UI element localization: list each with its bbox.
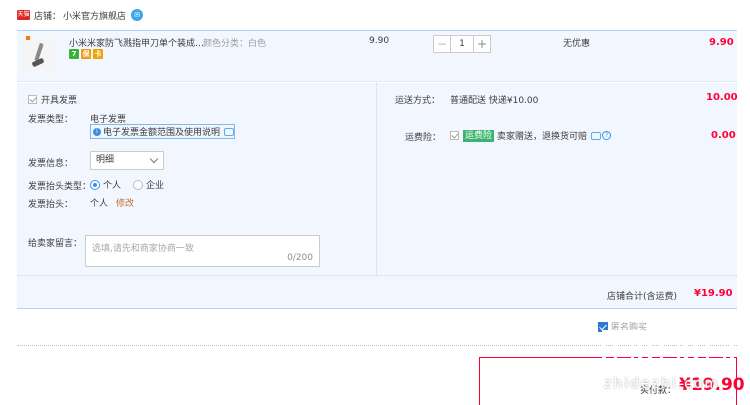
site-watermark: zhidezhi.com xyxy=(596,318,746,405)
watermark-text: zhidezhi.com xyxy=(604,376,721,392)
insurance-label: 运费险： xyxy=(405,133,442,143)
message-placeholder: 选填,请先和商家协商一致 xyxy=(92,244,194,254)
service-badges: 7 保 卡 xyxy=(69,49,103,59)
item-marker-icon xyxy=(26,36,30,40)
chat-icon[interactable] xyxy=(591,131,602,140)
store-total-label: 店铺合计(含运费) xyxy=(607,292,678,302)
radio-company[interactable] xyxy=(133,179,144,190)
invoice-title-row: 个人 修改 xyxy=(90,196,134,209)
product-thumbnail[interactable] xyxy=(23,39,55,71)
invoice-enable-checkbox[interactable] xyxy=(28,95,37,104)
order-item-row: 小米米家防飞溅指甲刀单个装成… 颜色分类：白色 7 保 卡 9.90 − 1 +… xyxy=(17,30,737,82)
info-icon: i xyxy=(93,127,101,136)
invoice-delivery-panel: 开具发票 发票类型： 电子发票 i 电子发票金额范围及使用说明 发票信息： 明细… xyxy=(17,83,738,275)
message-char-count: 0/200 xyxy=(287,253,313,263)
shop-name-link[interactable]: 小米官方旗舰店 xyxy=(63,9,126,22)
quantity-input[interactable]: 1 xyxy=(451,35,473,53)
store-total-bar: 店铺合计(含运费) ¥19.90 xyxy=(17,275,737,309)
credit-card-icon[interactable]: 卡 xyxy=(93,49,103,59)
product-sku: 颜色分类：白色 xyxy=(203,39,267,49)
invoice-info-select[interactable]: 明细 xyxy=(90,151,164,170)
product-title-link[interactable]: 小米米家防飞溅指甲刀单个装成… xyxy=(69,36,204,49)
unit-price: 9.90 xyxy=(369,36,390,46)
quantity-stepper: − 1 + xyxy=(433,35,491,53)
radio-company-label: 企业 xyxy=(146,181,165,191)
shop-label: 店铺： xyxy=(34,11,62,22)
help-icon[interactable]: ? xyxy=(602,131,612,140)
watermark-logo-glyph xyxy=(648,330,688,370)
store-total-value: ¥19.90 xyxy=(694,288,733,299)
quantity-decrease-button[interactable]: − xyxy=(433,35,451,53)
radio-personal[interactable] xyxy=(90,179,100,190)
insurance-row: 运费险 卖家赠送，退换货可赔 ? xyxy=(450,129,612,142)
seller-message-input[interactable]: 选填,请先和商家协商一致 0/200 xyxy=(85,235,320,267)
insurance-checkbox[interactable] xyxy=(450,131,459,140)
invoice-info-label: 发票信息： xyxy=(28,159,74,169)
invoice-title-type-options: 个人 企业 xyxy=(90,178,164,191)
invoice-title-type-label: 发票抬头类型： xyxy=(28,182,92,192)
invoice-info-selected: 明细 xyxy=(96,155,115,165)
invoice-modify-link[interactable]: 修改 xyxy=(116,196,134,209)
chat-icon xyxy=(224,127,234,136)
delivery-label: 运送方式： xyxy=(395,96,441,106)
insurance-fee: 0.00 xyxy=(711,130,736,141)
invoice-enable-label: 开具发票 xyxy=(41,96,78,106)
shop-header: 天猫 店铺： 小米官方旗舰店 ✉ xyxy=(0,0,750,30)
delivery-fee: 10.00 xyxy=(706,92,738,103)
seven-day-return-icon[interactable]: 7 xyxy=(69,49,79,59)
insurance-badge: 运费险 xyxy=(463,129,495,142)
chat-bubble-icon[interactable]: ✉ xyxy=(131,9,144,21)
invoice-panel: 开具发票 发票类型： 电子发票 i 电子发票金额范围及使用说明 发票信息： 明细… xyxy=(17,83,377,275)
watermark-logo-glyph xyxy=(694,330,734,370)
message-label: 给卖家留言： xyxy=(28,239,83,249)
delivery-method: 普通配送 快递¥10.00 xyxy=(450,96,539,106)
invoice-type-label: 发票类型： xyxy=(28,115,74,125)
invoice-title-label: 发票抬头： xyxy=(28,200,74,210)
insurance-text: 卖家赠送，退换货可赔 xyxy=(497,132,588,142)
radio-personal-label: 个人 xyxy=(103,181,122,191)
watermark-logo-glyph xyxy=(602,330,642,370)
item-discount: 无优惠 xyxy=(563,39,591,49)
chevron-down-icon xyxy=(149,154,159,164)
item-subtotal: 9.90 xyxy=(709,37,734,48)
invoice-title-value: 个人 xyxy=(90,199,109,209)
invoice-tip-link[interactable]: i 电子发票金额范围及使用说明 xyxy=(90,124,235,139)
tmall-logo-icon: 天猫 xyxy=(17,10,30,20)
invoice-tip-text: 电子发票金额范围及使用说明 xyxy=(103,128,221,138)
quantity-increase-button[interactable]: + xyxy=(473,35,491,53)
guarantee-icon[interactable]: 保 xyxy=(81,49,91,59)
invoice-enable-row: 开具发票 xyxy=(28,93,77,106)
